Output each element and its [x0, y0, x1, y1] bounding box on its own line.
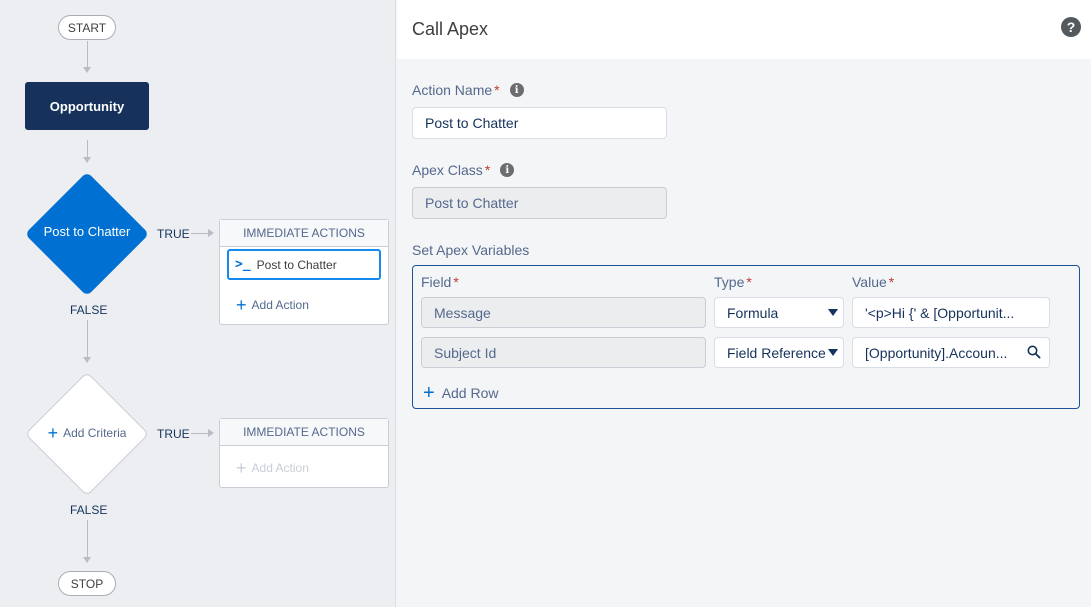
apex-class-label: Apex Class * i — [412, 162, 515, 178]
add-action-label: Add Action — [251, 461, 309, 475]
required-marker: * — [484, 162, 491, 178]
criteria-label[interactable]: Post to Chatter — [25, 224, 149, 239]
connector — [87, 320, 88, 358]
set-apex-variables-label: Set Apex Variables — [412, 242, 530, 258]
add-action-label: Add Action — [251, 298, 309, 312]
help-icon[interactable]: ? — [1061, 17, 1081, 37]
false-label: FALSE — [70, 503, 108, 517]
required-marker: * — [494, 82, 500, 98]
arrow-down-icon — [83, 557, 91, 563]
field-column-header: Field * — [421, 274, 459, 290]
connector — [87, 520, 88, 558]
process-canvas: START Opportunity Post to Chatter TRUE F… — [0, 0, 396, 607]
connector — [87, 140, 88, 158]
info-icon[interactable]: i — [500, 163, 515, 177]
plus-icon: + — [47, 423, 59, 443]
action-name-input[interactable]: Post to Chatter — [412, 107, 667, 139]
plus-icon: + — [236, 295, 247, 315]
type-select[interactable]: Formula — [714, 297, 844, 328]
value-column-header: Value * — [852, 274, 895, 290]
chevron-down-icon — [828, 309, 838, 316]
properties-panel: Call Apex ? Action Name * i Post to Chat… — [397, 0, 1091, 607]
immediate-actions-header: IMMEDIATE ACTIONS — [220, 220, 388, 247]
value-input[interactable]: '<p>Hi {' & [Opportunit... — [852, 297, 1050, 328]
immediate-actions-card: IMMEDIATE ACTIONS + Add Action — [219, 418, 389, 488]
plus-icon: + — [236, 458, 247, 478]
field-cell: Message — [421, 297, 706, 328]
panel-title: Call Apex — [412, 19, 489, 39]
stop-node: STOP — [58, 571, 116, 596]
start-node: START — [58, 15, 116, 40]
action-item-label: Post to Chatter — [256, 257, 337, 272]
action-name-label: Action Name * i — [412, 82, 524, 98]
add-criteria-button[interactable]: + Add Criteria — [25, 424, 149, 442]
apex-class-input: Post to Chatter — [412, 187, 667, 219]
panel-header: Call Apex ? — [397, 0, 1091, 59]
add-row-label: Add Row — [441, 385, 499, 401]
arrow-down-icon — [83, 357, 91, 363]
apex-icon: >_ — [235, 257, 251, 272]
plus-icon: + — [423, 382, 435, 404]
action-item-post-to-chatter[interactable]: >_ Post to Chatter — [227, 249, 381, 280]
field-cell: Subject Id — [421, 337, 706, 368]
object-node[interactable]: Opportunity — [25, 82, 149, 130]
apex-variables-table: Field * Type * Value * Message Formula '<p>… — [412, 265, 1080, 409]
add-action-button[interactable]: + Add Action — [236, 296, 309, 314]
type-select[interactable]: Field Reference — [714, 337, 844, 368]
immediate-actions-header: IMMEDIATE ACTIONS — [220, 419, 388, 446]
arrow-down-icon — [83, 157, 91, 163]
add-action-button: + Add Action — [236, 459, 309, 477]
arrow-right-icon — [208, 429, 214, 437]
connector — [87, 41, 88, 68]
arrow-down-icon — [83, 67, 91, 73]
true-label: TRUE — [157, 227, 190, 241]
add-row-button[interactable]: + Add Row — [423, 383, 499, 403]
arrow-right-icon — [208, 229, 214, 237]
type-column-header: Type * — [714, 274, 752, 290]
false-label: FALSE — [70, 303, 108, 317]
info-icon[interactable]: i — [509, 83, 524, 97]
add-criteria-label: Add Criteria — [63, 426, 127, 440]
immediate-actions-card: IMMEDIATE ACTIONS >_ Post to Chatter + A… — [219, 219, 389, 325]
chevron-down-icon — [828, 349, 838, 356]
true-label: TRUE — [157, 427, 190, 441]
search-icon[interactable] — [1027, 345, 1041, 359]
value-input[interactable]: [Opportunity].Accoun... — [852, 337, 1050, 368]
